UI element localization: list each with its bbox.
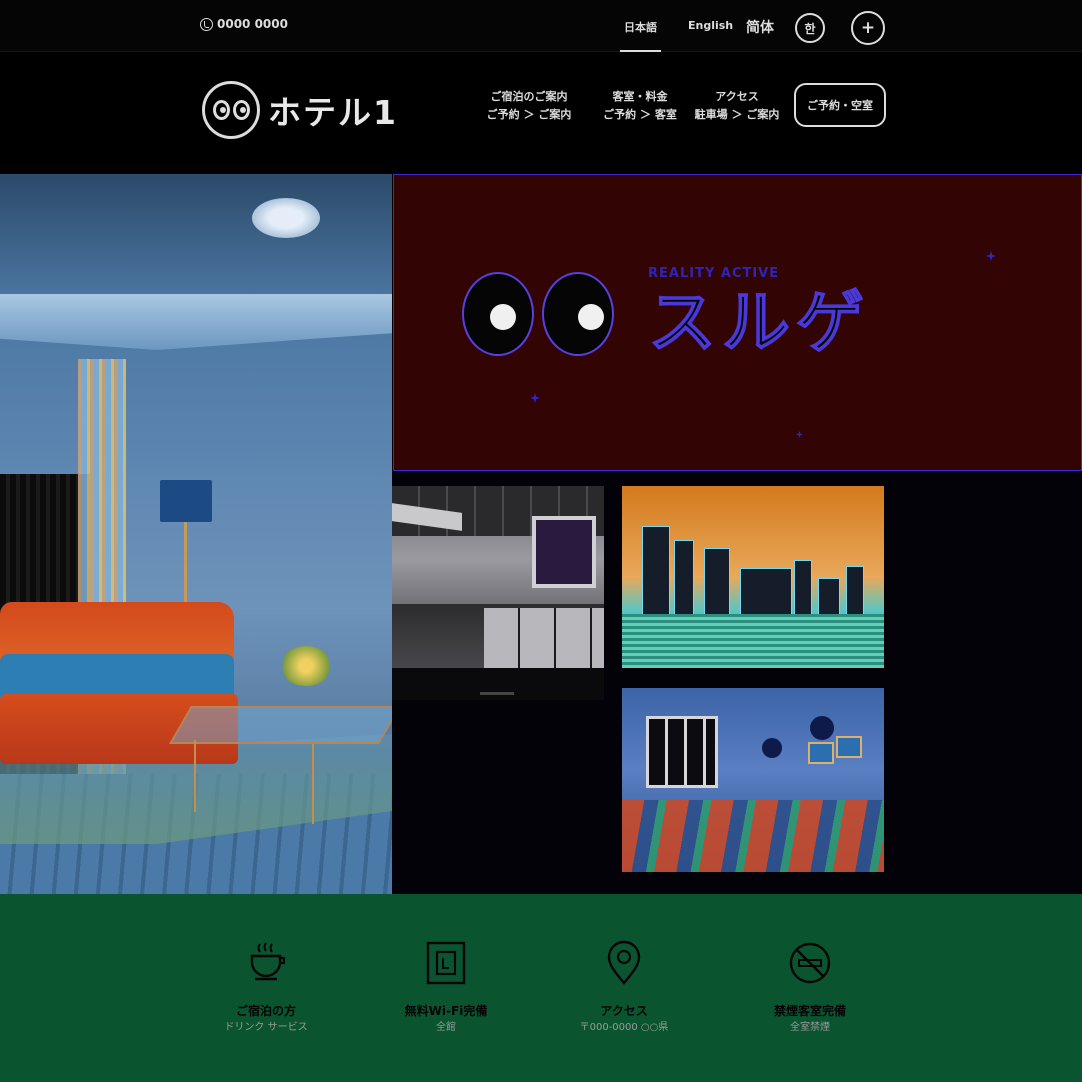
glass-table [169, 706, 392, 744]
feature-title: 禁煙客室完備 [773, 1004, 846, 1018]
feature-title: アクセス [600, 1004, 648, 1018]
gallery-kitchen-image [392, 486, 604, 668]
brand-title: スルゲ [647, 283, 871, 364]
site-header: ホテル1 ご宿泊のご案内 ご予約 ＞ ご案内 客室・料金 ご予約 ＞ 客室 アク… [0, 52, 1082, 174]
feature-subtitle: 〒000-0000 ○○県 [579, 1022, 669, 1033]
language-chinese-link[interactable]: 简体 [746, 17, 774, 37]
language-korean-button[interactable]: 한 [795, 13, 825, 43]
floor-lamp [160, 480, 212, 522]
nav-stay-guide[interactable]: ご宿泊のご案内 ご予約 ＞ ご案内 [484, 88, 574, 124]
nav-stay-line2: ご予約 ＞ ご案内 [486, 108, 572, 121]
nav-access[interactable]: アクセス 駐車場 ＞ ご案内 [692, 88, 782, 124]
phone-number[interactable]: 0000 0000 [200, 17, 288, 31]
sparkle-icon [796, 431, 803, 438]
brand-subtitle: REALITY ACTIVE [648, 266, 780, 281]
nav-rooms[interactable]: 客室・料金 ご予約 ＞ 客室 [595, 88, 685, 124]
feature-subtitle: ドリンク サービス [224, 1022, 308, 1033]
language-japanese-link[interactable]: 日本語 [620, 19, 661, 52]
gallery-city-image [622, 486, 884, 668]
sparkle-icon [986, 251, 996, 261]
feature-subtitle: 全館 [436, 1022, 456, 1033]
ceiling-light [252, 198, 320, 238]
language-english-link[interactable]: English [688, 19, 733, 32]
feature-item[interactable]: 禁煙客室完備 全室禁煙 [730, 940, 890, 1036]
feature-item[interactable]: ご宿泊の方 ドリンク サービス [186, 940, 346, 1036]
nav-stay-line1: ご宿泊のご案内 [490, 90, 568, 103]
no-smoking-icon [789, 942, 831, 984]
flower-vase [280, 646, 332, 686]
phone-icon [200, 17, 213, 31]
gallery-cafe-image [622, 688, 884, 872]
sparkle-icon [530, 393, 540, 403]
feature-bar: ご宿泊の方 ドリンク サービス 無料Wi-Fi完備 全館 アクセス 〒000-0… [0, 894, 1082, 1082]
reserve-button[interactable]: ご予約・空室 [794, 83, 886, 127]
feature-subtitle: 全室禁煙 [790, 1022, 830, 1033]
nav-access-line1: アクセス [715, 90, 759, 103]
nav-rooms-line2: ご予約 ＞ 客室 [603, 108, 677, 121]
logo-text: ホテル1 [268, 93, 398, 132]
feature-item[interactable]: アクセス 〒000-0000 ○○県 [544, 940, 704, 1036]
phone-text: 0000 0000 [217, 17, 288, 31]
utility-bar: 0000 0000 日本語 English 简体 한 + [0, 0, 1082, 52]
logo-eyes-icon [202, 81, 260, 139]
nav-access-line2: 駐車場 ＞ ご案内 [694, 108, 780, 121]
feature-item[interactable]: 無料Wi-Fi完備 全館 [366, 940, 526, 1036]
hero-living-room-image [0, 174, 392, 894]
feature-title: 無料Wi-Fi完備 [404, 1004, 488, 1018]
site-logo[interactable]: ホテル1 [202, 81, 398, 139]
brand-eyes-icon [462, 272, 614, 356]
wifi-panel-icon [426, 941, 466, 985]
feature-title: ご宿泊の方 [235, 1004, 296, 1018]
map-pin-icon [607, 940, 641, 985]
menu-plus-button[interactable]: + [851, 11, 885, 45]
nav-rooms-line1: 客室・料金 [612, 90, 668, 103]
coffee-icon [250, 942, 286, 981]
gallery-dark-strip [392, 668, 604, 700]
